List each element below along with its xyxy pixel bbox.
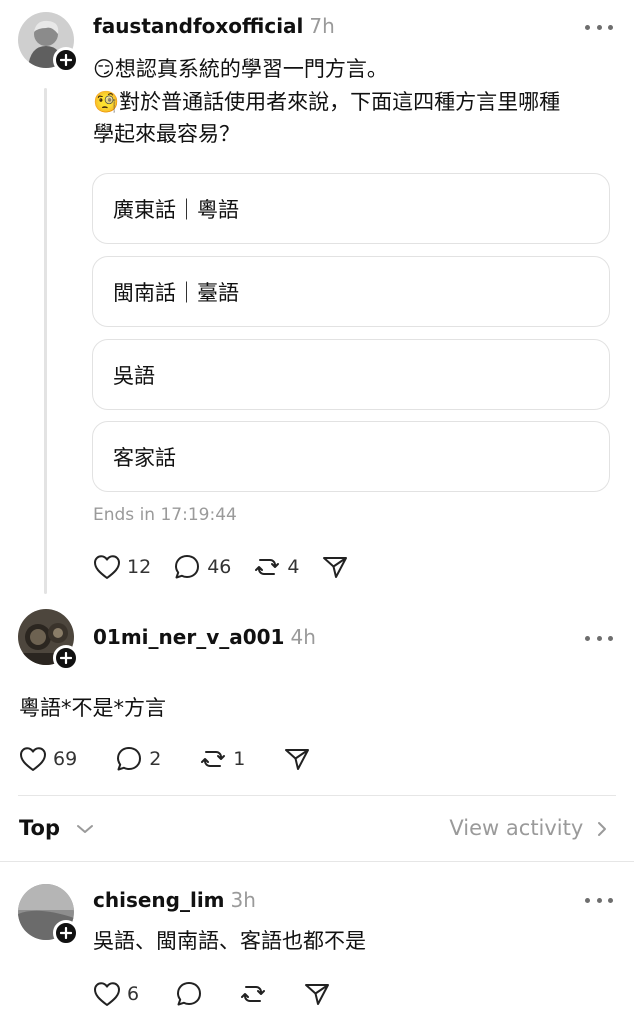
post-author[interactable]: faustandfoxofficial 7h [93,14,335,38]
repost-icon [255,559,280,575]
more-button[interactable] [585,895,613,905]
plus-icon [60,54,72,66]
chevron-right-icon [598,822,606,836]
like-count: 69 [53,748,78,770]
reply-author[interactable]: 01mi_ner_v_a001 4h [93,625,316,649]
divider [18,795,616,796]
smirk-emoji: 😏 [93,57,115,81]
sort-dropdown[interactable]: Top [19,816,95,840]
post-text-line-3: 學起來最容易？ [93,122,240,146]
like-button[interactable]: 69 [19,746,77,772]
more-button[interactable] [585,22,613,32]
comment-button[interactable] [175,980,203,1008]
username[interactable]: faustandfoxofficial [93,14,303,38]
send-icon [323,557,348,578]
send-icon [305,984,330,1005]
divider [0,861,634,862]
heart-icon [94,555,120,579]
comment-button[interactable]: 2 [115,745,161,773]
comment-icon [117,747,142,771]
like-count: 12 [127,556,152,578]
comment-count: 46 [207,556,232,578]
like-button[interactable]: 12 [93,554,151,580]
monocle-emoji: 🧐 [93,90,120,114]
reply-actions: 69 2 1 [19,745,333,773]
poll-option-4[interactable]: 客家話 [92,421,610,492]
follow-button[interactable] [53,47,79,73]
repost-icon [201,751,226,767]
view-activity-link[interactable]: View activity [449,816,608,840]
reply-time: 4h [290,625,316,649]
reply-text: 吳語、閩南語、客語也都不是 [93,929,366,953]
comment-button[interactable]: 46 [173,553,231,581]
heart-icon [94,982,120,1006]
send-icon [285,749,310,770]
share-button[interactable] [283,745,311,773]
poll-option-2[interactable]: 閩南話｜臺語 [92,256,610,327]
chevron-down-icon [77,825,94,833]
comment-icon [175,555,200,579]
post-text-line-1: 😏想認真系統的學習一門方言。 [93,57,388,81]
comment-count: 2 [149,748,162,770]
more-icon [585,897,590,903]
comment-icon [177,982,202,1006]
reply-author[interactable]: chiseng_lim 3h [93,888,256,912]
poll-option-1[interactable]: 廣東話｜粵語 [92,173,610,244]
repost-count: 4 [287,556,300,578]
post-actions: 12 46 4 [93,553,371,581]
post-time: 7h [309,14,335,38]
plus-icon [60,927,72,939]
username[interactable]: 01mi_ner_v_a001 [93,625,284,649]
share-button[interactable] [303,980,331,1008]
share-button[interactable] [321,553,349,581]
reply-time: 3h [230,888,256,912]
plus-icon [60,652,72,664]
more-button[interactable] [585,633,613,643]
sort-label: Top [19,816,60,840]
like-count: 6 [127,983,140,1005]
poll-ends-text: Ends in 17:19:44 [93,505,237,525]
thread-line [44,88,47,594]
sort-row: Top View activity [0,800,634,860]
poll-option-3[interactable]: 吳語 [92,339,610,410]
heart-icon [20,747,46,771]
repost-button[interactable]: 1 [199,745,245,773]
repost-icon [241,986,266,1002]
more-icon [585,635,590,641]
reply-text: 粵語*不是*方言 [19,696,166,720]
like-button[interactable]: 6 [93,981,139,1007]
more-icon [585,24,590,30]
repost-count: 1 [233,748,246,770]
username[interactable]: chiseng_lim [93,888,225,912]
post-text-line-2: 🧐對於普通話使用者來說，下面這四種方言里哪種 [93,90,561,114]
repost-button[interactable] [239,980,267,1008]
follow-button[interactable] [53,645,79,671]
view-activity-label: View activity [449,816,584,840]
reply-actions: 6 [93,980,353,1008]
follow-button[interactable] [53,920,79,946]
repost-button[interactable]: 4 [253,553,299,581]
